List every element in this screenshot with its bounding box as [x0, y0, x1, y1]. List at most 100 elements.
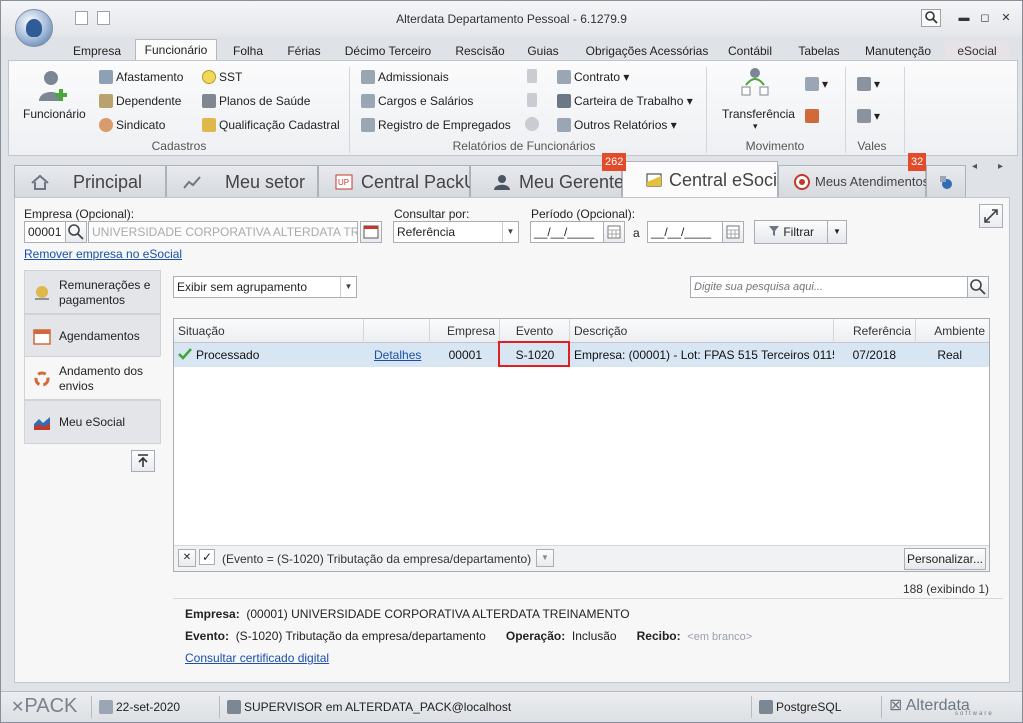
- filter-history-dropdown[interactable]: ▼: [536, 549, 554, 567]
- column-header-evento[interactable]: Evento: [500, 319, 570, 343]
- tab-central-esocial[interactable]: Central eSocial: [622, 161, 791, 197]
- status-date: 22-set-2020: [99, 700, 180, 714]
- nav-remuneracoes[interactable]: Remunerações e pagamentos: [24, 270, 161, 314]
- group-label-movimento: Movimento: [745, 139, 805, 153]
- tab-principal[interactable]: Principal: [14, 165, 166, 197]
- title-bar: Alterdata Departamento Pessoal - 6.1279.…: [1, 1, 1022, 37]
- ribbon-tab-esocial[interactable]: eSocial: [945, 41, 1009, 61]
- close-icon[interactable]: ✕: [996, 9, 1016, 27]
- column-header-referencia[interactable]: Referência: [834, 319, 916, 343]
- cell-descricao: Empresa: (00001) - Lot: FPAS 515 Terceir…: [574, 348, 834, 362]
- periodo-to-input[interactable]: __/__/____: [647, 221, 723, 243]
- empresa-code-input[interactable]: 00001: [24, 221, 66, 243]
- qualification-icon: [202, 118, 216, 132]
- tab-scroll-right-icon[interactable]: ▸: [998, 161, 1003, 172]
- ribbon-tab-rescisao[interactable]: Rescisão: [449, 41, 511, 61]
- ribbon-tab-obrigacoes[interactable]: Obrigações Acessórias: [575, 41, 719, 61]
- afastamento-button[interactable]: Afastamento: [99, 70, 183, 84]
- union-icon: [99, 118, 113, 132]
- periodo-from-calendar-button[interactable]: [603, 221, 625, 243]
- search-icon: [68, 224, 84, 240]
- ribbon-tab-manutencao[interactable]: Manutenção: [857, 41, 939, 61]
- nav-agendamentos[interactable]: Agendamentos: [24, 314, 161, 358]
- sindicato-button[interactable]: Sindicato: [99, 118, 165, 132]
- search-icon[interactable]: [921, 9, 941, 27]
- tab-central-packup[interactable]: UP Central PackUp: [318, 165, 487, 197]
- status-database: PostgreSQL: [759, 700, 841, 714]
- column-header-empresa[interactable]: Empresa: [430, 319, 500, 343]
- document-icon-glyph: [527, 93, 537, 107]
- nav-andamento-envios[interactable]: Andamento dos envios: [24, 356, 161, 400]
- bottle-icon[interactable]: [527, 69, 540, 83]
- detalhes-link[interactable]: Detalhes: [374, 348, 421, 362]
- collapse-nav-button[interactable]: [131, 450, 155, 472]
- transferencia-button[interactable]: Transferência: [722, 107, 795, 121]
- group-label-vales: Vales: [857, 139, 887, 153]
- ribbon-tab-tabelas[interactable]: Tabelas: [791, 41, 847, 61]
- sst-button[interactable]: SST: [202, 70, 242, 84]
- filtrar-dropdown-button[interactable]: ▼: [827, 220, 847, 244]
- funcionario-button[interactable]: Funcionário: [23, 107, 86, 121]
- grid-search-button[interactable]: [967, 276, 989, 298]
- meal-dropdown[interactable]: ▾: [857, 109, 880, 123]
- empresa-search-button[interactable]: [65, 221, 87, 243]
- qualificacao-cadastral-button[interactable]: Qualificação Cadastral: [202, 118, 340, 132]
- document-icon[interactable]: [527, 93, 540, 107]
- admissionais-button[interactable]: Admissionais: [361, 70, 449, 84]
- contrato-dropdown[interactable]: Contrato ▾: [557, 70, 629, 84]
- tab-scroll-left-icon[interactable]: ◂: [972, 161, 977, 172]
- ribbon-tab-empresa[interactable]: Empresa: [67, 41, 127, 61]
- grid-search-input[interactable]: [690, 276, 968, 298]
- chevron-down-icon: ▼: [340, 277, 356, 297]
- outros-relatorios-dropdown[interactable]: Outros Relatórios ▾: [557, 118, 677, 132]
- ribbon-separator: [904, 67, 905, 153]
- remover-empresa-link[interactable]: Remover empresa no eSocial: [24, 247, 182, 261]
- bus-dropdown[interactable]: ▾: [857, 77, 880, 91]
- status-divider: [91, 696, 92, 718]
- restore-icon[interactable]: ◻: [975, 9, 995, 27]
- planos-saude-button[interactable]: Planos de Saúde: [202, 94, 310, 108]
- consultar-certificado-link[interactable]: Consultar certificado digital: [185, 651, 329, 665]
- filtrar-button[interactable]: Filtrar: [754, 220, 828, 244]
- bus-icon: [857, 77, 871, 91]
- tab-overflow[interactable]: [926, 165, 966, 197]
- area-chart-icon: [34, 417, 50, 430]
- tab-meu-setor[interactable]: Meu setor: [166, 165, 318, 197]
- table-row[interactable]: Processado Detalhes 00001 S-1020 Empresa…: [174, 343, 989, 367]
- minimize-icon[interactable]: ▬: [954, 9, 974, 27]
- grid-filter-bar: ✕ ✓ (Evento = (S-1020) Tributação da emp…: [174, 545, 989, 571]
- column-header-descricao[interactable]: Descrição: [570, 319, 834, 343]
- column-header-ambiente[interactable]: Ambiente: [916, 319, 989, 343]
- expand-icon[interactable]: [979, 204, 1003, 228]
- dependente-button[interactable]: Dependente: [99, 94, 181, 108]
- app-menu-orb-icon[interactable]: [15, 9, 53, 47]
- column-header-detalhes[interactable]: [364, 319, 430, 343]
- ribbon-tab-funcionario[interactable]: Funcionário: [135, 39, 217, 62]
- ribbon-tab-ferias[interactable]: Férias: [281, 41, 327, 61]
- consultar-select[interactable]: Referência ▼: [393, 221, 519, 243]
- periodo-from-input[interactable]: __/__/____: [530, 221, 604, 243]
- card-dropdown[interactable]: ▾: [805, 77, 828, 91]
- column-header-situacao[interactable]: Situação: [174, 319, 364, 343]
- carteira-trabalho-dropdown[interactable]: Carteira de Trabalho ▾: [557, 94, 693, 108]
- tab-meu-gerente[interactable]: Meu Gerente: [470, 165, 624, 197]
- events-grid: Situação Empresa Evento Descrição Referê…: [173, 318, 990, 572]
- ribbon-tab-folha[interactable]: Folha: [225, 41, 271, 61]
- periodo-to-calendar-button[interactable]: [722, 221, 744, 243]
- tab-meus-atendimentos[interactable]: Meus Atendimentos: [778, 165, 929, 197]
- registro-empregados-button[interactable]: Registro de Empregados: [361, 118, 511, 132]
- ribbon-tab-decimo-terceiro[interactable]: Décimo Terceiro: [337, 41, 439, 61]
- clear-filter-icon[interactable]: ✕: [178, 549, 196, 567]
- personalizar-button[interactable]: Personalizar...: [904, 548, 986, 570]
- grouping-select[interactable]: Exibir sem agrupamento ▼: [173, 276, 357, 298]
- transferencia-dropdown-icon[interactable]: ▾: [753, 121, 758, 132]
- filter-enabled-checkbox[interactable]: ✓: [199, 549, 215, 565]
- cargos-salarios-button[interactable]: Cargos e Salários: [361, 94, 473, 108]
- ribbon-tab-guias[interactable]: Guias: [521, 41, 565, 61]
- history-icon[interactable]: [525, 117, 542, 131]
- clock-tools-icon[interactable]: [805, 109, 822, 123]
- empresa-list-button[interactable]: [360, 221, 382, 243]
- ribbon-tab-contabil[interactable]: Contábil: [721, 41, 779, 61]
- nav-meu-esocial[interactable]: Meu eSocial: [24, 400, 161, 444]
- work-card-icon: [557, 94, 571, 108]
